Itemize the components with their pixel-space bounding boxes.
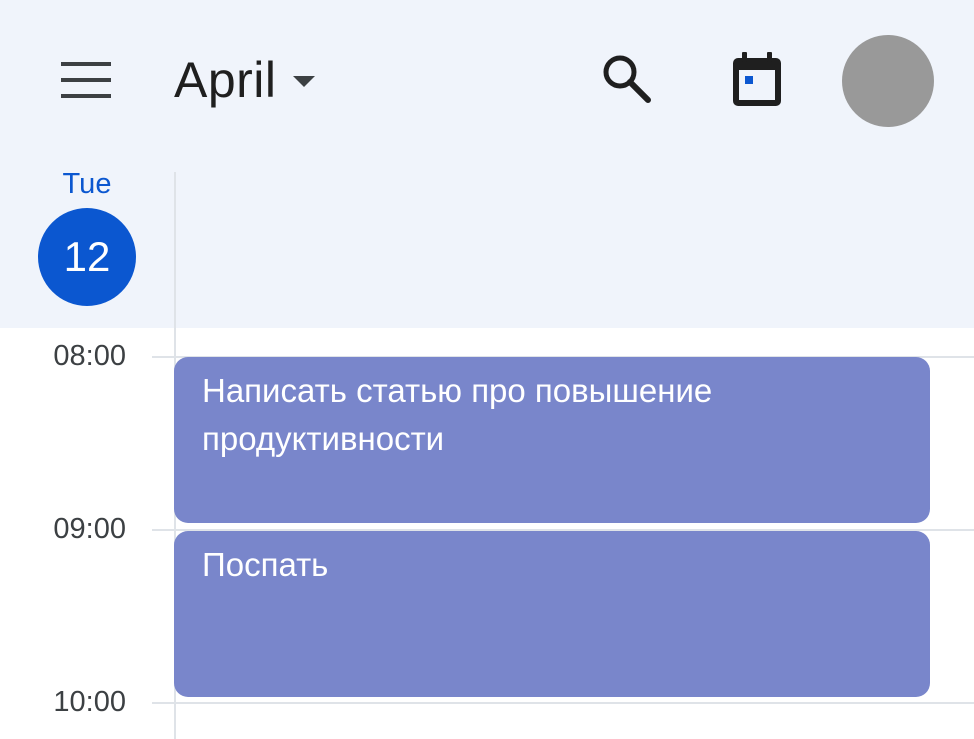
day-name: Tue	[62, 168, 112, 200]
month-label: April	[174, 52, 277, 108]
search-button[interactable]	[596, 50, 656, 110]
hour-label: 08:00	[53, 340, 126, 372]
menu-button[interactable]	[50, 52, 122, 112]
month-selector[interactable]: April	[174, 48, 315, 112]
header-background	[0, 0, 974, 328]
calendar-today-icon	[731, 51, 783, 113]
arrow-drop-down-icon	[292, 76, 315, 88]
avatar[interactable]	[842, 35, 934, 127]
hour-label: 09:00	[53, 513, 126, 545]
menu-icon	[61, 61, 111, 103]
event-title: Написать статью про повышение продуктивн…	[202, 372, 713, 457]
hour-label: 10:00	[53, 686, 126, 718]
event-block[interactable]: Поспать	[174, 531, 930, 697]
today-button[interactable]	[724, 50, 790, 114]
event-title: Поспать	[202, 546, 329, 583]
hour-line	[152, 702, 974, 704]
search-icon	[600, 52, 652, 109]
event-block[interactable]: Написать статью про повышение продуктивн…	[174, 357, 930, 523]
calendar-app: April Tue 12 08:00 09:00 10:00 Написать …	[0, 0, 974, 739]
day-number[interactable]: 12	[38, 208, 136, 306]
